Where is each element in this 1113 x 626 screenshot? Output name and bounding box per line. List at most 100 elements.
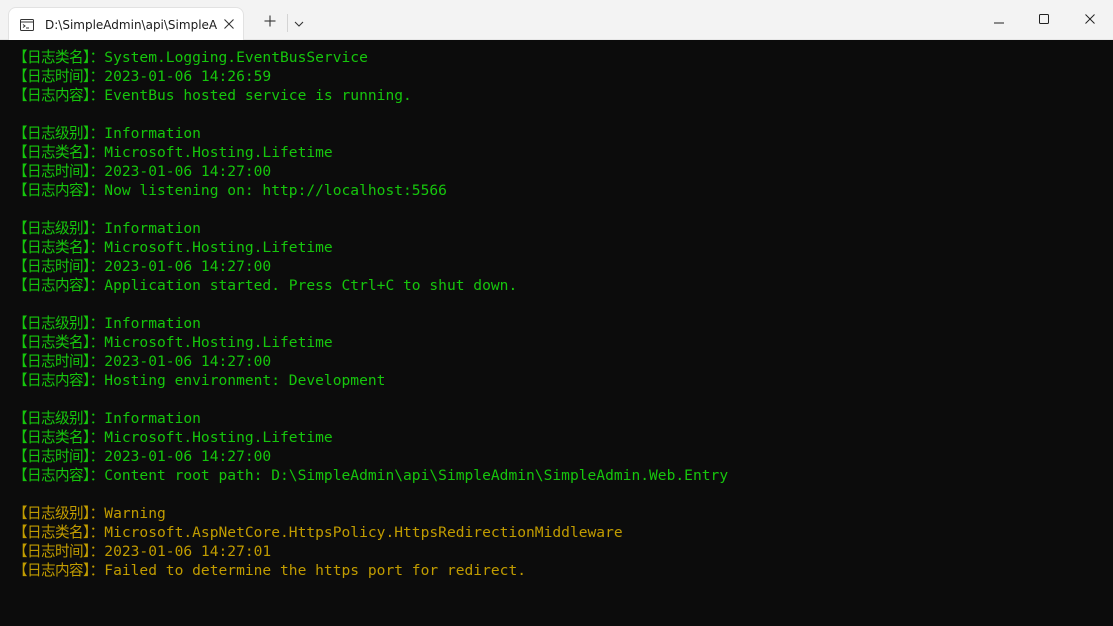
log-line: 【日志内容】：Hosting environment: Development xyxy=(13,371,728,390)
log-label: 【日志类名】 xyxy=(13,144,90,161)
log-line: 【日志时间】：2023-01-06 14:27:00 xyxy=(13,352,728,371)
log-separator: ： xyxy=(89,163,105,180)
log-line: 【日志类名】：Microsoft.Hosting.Lifetime xyxy=(13,428,728,447)
log-label: 【日志内容】 xyxy=(13,277,90,294)
log-separator: ： xyxy=(89,543,105,560)
log-value: Failed to determine the https port for r… xyxy=(104,562,527,579)
log-value: Application started. Press Ctrl+C to shu… xyxy=(104,277,518,294)
log-value: 2023-01-06 14:27:00 xyxy=(104,353,272,370)
title-bar[interactable]: D:\SimpleAdmin\api\SimpleA xyxy=(0,0,1113,40)
log-label: 【日志内容】 xyxy=(13,87,90,104)
log-value: 2023-01-06 14:27:00 xyxy=(104,448,272,465)
log-separator: ： xyxy=(89,49,105,66)
log-label: 【日志类名】 xyxy=(13,239,90,256)
log-line: 【日志级别】：Information xyxy=(13,124,728,143)
log-value: Microsoft.AspNetCore.HttpsPolicy.HttpsRe… xyxy=(104,524,623,541)
log-value: Microsoft.Hosting.Lifetime xyxy=(104,144,333,161)
log-line: 【日志时间】：2023-01-06 14:27:00 xyxy=(13,257,728,276)
log-separator: ： xyxy=(89,467,105,484)
log-separator: ： xyxy=(89,524,105,541)
maximize-button[interactable] xyxy=(1021,0,1067,40)
log-separator: ： xyxy=(89,87,105,104)
log-label: 【日志内容】 xyxy=(13,372,90,389)
log-value: Warning xyxy=(104,505,166,522)
log-separator: ： xyxy=(89,220,105,237)
tab-separator xyxy=(287,14,288,32)
log-line: 【日志级别】：Information xyxy=(13,409,728,428)
log-separator: ： xyxy=(89,68,105,85)
log-line: 【日志时间】：2023-01-06 14:26:59 xyxy=(13,67,728,86)
log-separator: ： xyxy=(89,277,105,294)
terminal-icon xyxy=(20,18,34,31)
log-value: Information xyxy=(104,125,201,142)
log-separator: ： xyxy=(89,429,105,446)
log-value: 2023-01-06 14:26:59 xyxy=(104,68,272,85)
tab-title: D:\SimpleAdmin\api\SimpleA xyxy=(45,18,217,32)
log-line: 【日志类名】：Microsoft.AspNetCore.HttpsPolicy.… xyxy=(13,523,728,542)
log-line: 【日志类名】：Microsoft.Hosting.Lifetime xyxy=(13,238,728,257)
log-value: 2023-01-06 14:27:00 xyxy=(104,258,272,275)
minimize-icon xyxy=(994,11,1004,29)
log-separator: ： xyxy=(89,125,105,142)
log-value: Hosting environment: Development xyxy=(104,372,386,389)
log-separator: ： xyxy=(89,239,105,256)
plus-icon xyxy=(264,14,276,32)
log-label: 【日志级别】 xyxy=(13,315,90,332)
log-label: 【日志类名】 xyxy=(13,49,90,66)
log-value: Information xyxy=(104,315,201,332)
terminal-window: D:\SimpleAdmin\api\SimpleA 【日志类名】：System… xyxy=(0,0,1113,626)
log-separator: ： xyxy=(89,372,105,389)
log-line: 【日志内容】：Now listening on: http://localhos… xyxy=(13,181,728,200)
log-line: 【日志类名】：Microsoft.Hosting.Lifetime xyxy=(13,333,728,352)
log-label: 【日志时间】 xyxy=(13,68,90,85)
log-value: Now listening on: http://localhost:5566 xyxy=(104,182,447,199)
log-line: 【日志级别】：Information xyxy=(13,314,728,333)
log-separator: ： xyxy=(89,448,105,465)
log-value: 2023-01-06 14:27:00 xyxy=(104,163,272,180)
log-label: 【日志级别】 xyxy=(13,220,90,237)
log-line: 【日志级别】：Warning xyxy=(13,504,728,523)
log-line: 【日志时间】：2023-01-06 14:27:00 xyxy=(13,447,728,466)
log-line: 【日志类名】：Microsoft.Hosting.Lifetime xyxy=(13,143,728,162)
log-value: Microsoft.Hosting.Lifetime xyxy=(104,334,333,351)
log-separator: ： xyxy=(89,258,105,275)
minimize-button[interactable] xyxy=(976,0,1022,40)
maximize-icon xyxy=(1039,11,1049,29)
log-separator: ： xyxy=(89,334,105,351)
terminal-output[interactable]: 【日志类名】：System.Logging.EventBusService 【日志… xyxy=(0,40,1113,626)
log-label: 【日志级别】 xyxy=(13,410,90,427)
log-separator: ： xyxy=(89,182,105,199)
log-label: 【日志时间】 xyxy=(13,543,90,560)
close-window-button[interactable] xyxy=(1067,0,1113,40)
close-tab-icon[interactable] xyxy=(220,15,238,33)
log-line: 【日志时间】：2023-01-06 14:27:01 xyxy=(13,542,728,561)
log-label: 【日志时间】 xyxy=(13,163,90,180)
log-lines: 【日志类名】：System.Logging.EventBusService 【日志… xyxy=(13,48,728,580)
tab-terminal[interactable]: D:\SimpleAdmin\api\SimpleA xyxy=(8,7,244,40)
log-label: 【日志级别】 xyxy=(13,505,90,522)
log-value: 2023-01-06 14:27:01 xyxy=(104,543,272,560)
log-separator: ： xyxy=(89,505,105,522)
log-label: 【日志类名】 xyxy=(13,429,90,446)
log-label: 【日志内容】 xyxy=(13,182,90,199)
log-separator: ： xyxy=(89,315,105,332)
log-label: 【日志内容】 xyxy=(13,562,90,579)
log-value: EventBus hosted service is running. xyxy=(104,87,412,104)
log-label: 【日志级别】 xyxy=(13,125,90,142)
log-value: Content root path: D:\SimpleAdmin\api\Si… xyxy=(104,467,729,484)
tab-dropdown-button[interactable] xyxy=(290,8,308,38)
close-icon xyxy=(1085,11,1095,29)
new-tab-button[interactable] xyxy=(256,8,284,38)
log-line: 【日志内容】：Content root path: D:\SimpleAdmin… xyxy=(13,466,728,485)
log-label: 【日志类名】 xyxy=(13,334,90,351)
log-separator: ： xyxy=(89,144,105,161)
log-label: 【日志时间】 xyxy=(13,448,90,465)
log-value: Microsoft.Hosting.Lifetime xyxy=(104,429,333,446)
log-separator: ： xyxy=(89,562,105,579)
log-label: 【日志类名】 xyxy=(13,524,90,541)
log-value: Microsoft.Hosting.Lifetime xyxy=(104,239,333,256)
